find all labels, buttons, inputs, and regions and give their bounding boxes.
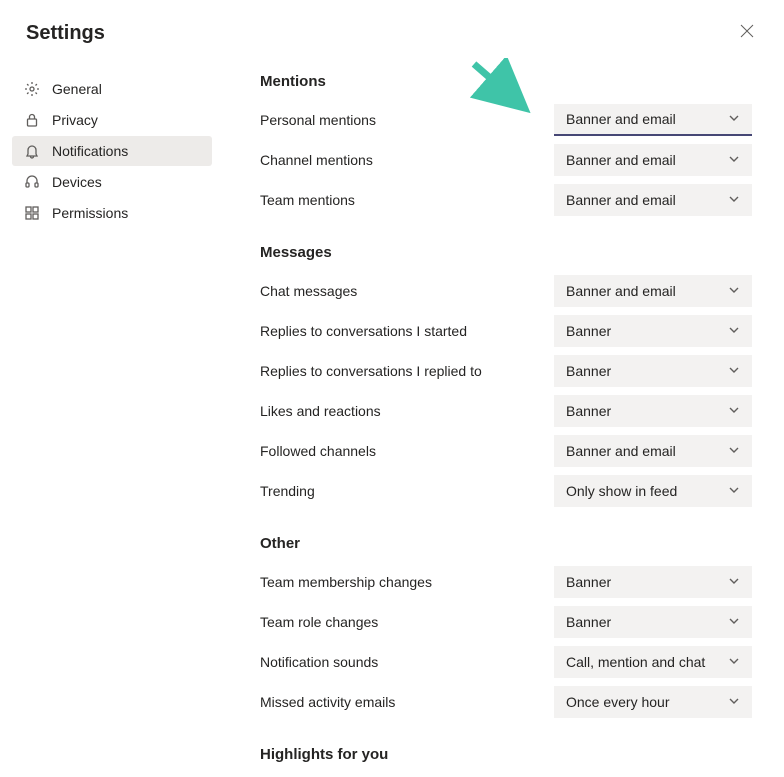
label-missed: Missed activity emails xyxy=(260,694,395,710)
label-replies-replied: Replies to conversations I replied to xyxy=(260,363,482,379)
dropdown-channel-mentions[interactable]: Banner and email xyxy=(554,144,752,176)
dropdown-value: Only show in feed xyxy=(566,483,677,499)
label-sounds: Notification sounds xyxy=(260,654,378,670)
label-team-mentions: Team mentions xyxy=(260,192,355,208)
dropdown-value: Banner and email xyxy=(566,443,676,459)
sidebar-item-label: Permissions xyxy=(52,205,128,221)
dropdown-personal-mentions[interactable]: Banner and email xyxy=(554,104,752,136)
dropdown-followed[interactable]: Banner and email xyxy=(554,435,752,467)
gear-icon xyxy=(24,81,40,97)
dropdown-missed[interactable]: Once every hour xyxy=(554,686,752,718)
chevron-down-icon xyxy=(728,323,740,339)
label-personal-mentions: Personal mentions xyxy=(260,112,376,128)
label-trending: Trending xyxy=(260,483,315,499)
label-replies-started: Replies to conversations I started xyxy=(260,323,467,339)
dropdown-trending[interactable]: Only show in feed xyxy=(554,475,752,507)
dropdown-team-mentions[interactable]: Banner and email xyxy=(554,184,752,216)
close-button[interactable] xyxy=(736,20,758,47)
chevron-down-icon xyxy=(728,152,740,168)
label-chat-messages: Chat messages xyxy=(260,283,357,299)
dropdown-role[interactable]: Banner xyxy=(554,606,752,638)
sidebar-item-devices[interactable]: Devices xyxy=(12,167,212,197)
dropdown-sounds[interactable]: Call, mention and chat xyxy=(554,646,752,678)
sidebar-item-permissions[interactable]: Permissions xyxy=(12,198,212,228)
dropdown-value: Banner xyxy=(566,614,611,630)
sidebar-item-label: General xyxy=(52,81,102,97)
sidebar-item-privacy[interactable]: Privacy xyxy=(12,105,212,135)
chevron-down-icon xyxy=(728,111,740,127)
chevron-down-icon xyxy=(728,403,740,419)
section-highlights: Highlights for you xyxy=(260,746,752,763)
dropdown-value: Once every hour xyxy=(566,694,670,710)
chevron-down-icon xyxy=(728,694,740,710)
label-followed: Followed channels xyxy=(260,443,376,459)
section-mentions: Mentions xyxy=(260,73,752,90)
chevron-down-icon xyxy=(728,283,740,299)
dropdown-replies-replied[interactable]: Banner xyxy=(554,355,752,387)
chevron-down-icon xyxy=(728,654,740,670)
lock-icon xyxy=(24,112,40,128)
dropdown-chat-messages[interactable]: Banner and email xyxy=(554,275,752,307)
dropdown-value: Banner and email xyxy=(566,283,676,299)
bell-icon xyxy=(24,143,40,159)
dropdown-value: Banner xyxy=(566,363,611,379)
label-membership: Team membership changes xyxy=(260,574,432,590)
sidebar-item-label: Notifications xyxy=(52,143,128,159)
main-content: Mentions Personal mentions Banner and em… xyxy=(220,73,784,777)
headset-icon xyxy=(24,174,40,190)
chevron-down-icon xyxy=(728,443,740,459)
section-messages: Messages xyxy=(260,244,752,261)
dropdown-membership[interactable]: Banner xyxy=(554,566,752,598)
dropdown-value: Call, mention and chat xyxy=(566,654,705,670)
dropdown-value: Banner and email xyxy=(566,111,676,127)
dropdown-value: Banner and email xyxy=(566,192,676,208)
chevron-down-icon xyxy=(728,483,740,499)
dropdown-value: Banner xyxy=(566,574,611,590)
sidebar-item-label: Privacy xyxy=(52,112,98,128)
dropdown-value: Banner xyxy=(566,323,611,339)
label-role: Team role changes xyxy=(260,614,378,630)
dropdown-value: Banner and email xyxy=(566,152,676,168)
chevron-down-icon xyxy=(728,614,740,630)
label-likes: Likes and reactions xyxy=(260,403,381,419)
sidebar: General Privacy Notifications Devices Pe xyxy=(0,73,220,777)
sidebar-item-notifications[interactable]: Notifications xyxy=(12,136,212,166)
section-other: Other xyxy=(260,535,752,552)
dropdown-likes[interactable]: Banner xyxy=(554,395,752,427)
sidebar-item-general[interactable]: General xyxy=(12,74,212,104)
page-title: Settings xyxy=(26,22,105,45)
apps-icon xyxy=(24,205,40,221)
dropdown-value: Banner xyxy=(566,403,611,419)
sidebar-item-label: Devices xyxy=(52,174,102,190)
chevron-down-icon xyxy=(728,574,740,590)
label-channel-mentions: Channel mentions xyxy=(260,152,373,168)
chevron-down-icon xyxy=(728,363,740,379)
chevron-down-icon xyxy=(728,192,740,208)
dropdown-replies-started[interactable]: Banner xyxy=(554,315,752,347)
